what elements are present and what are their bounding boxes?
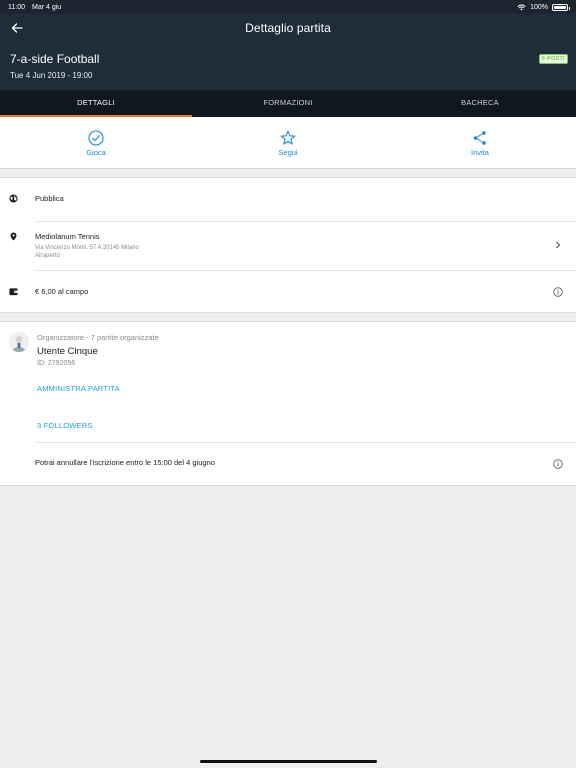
globe-icon <box>9 194 18 203</box>
follow-button[interactable]: Segui <box>192 117 384 168</box>
visibility-row: Pubblica <box>0 178 576 221</box>
star-icon <box>280 130 296 145</box>
status-bar: 11:00 Mar 4 giu 100% <box>0 0 576 14</box>
play-label: Gioca <box>86 148 106 157</box>
venue-row[interactable]: Mediolanum Tennis Via Vincenzo Monti, 57… <box>0 221 576 270</box>
organizer-card: Organizzatore - 7 partite organizzate Ut… <box>0 321 576 486</box>
wifi-icon <box>517 4 526 10</box>
tab-bacheca[interactable]: BACHECA <box>384 90 576 117</box>
check-circle-icon <box>88 130 104 146</box>
info-icon[interactable] <box>553 459 563 469</box>
follow-label: Segui <box>278 148 298 157</box>
match-title: 7-a-side Football <box>10 52 100 66</box>
status-date: Mar 4 giu <box>32 3 62 11</box>
share-icon <box>473 131 486 145</box>
organizer-id: ID: 2792056 <box>37 360 76 367</box>
organizer-name[interactable]: Utente Cinque <box>37 346 98 357</box>
battery-percent: 100% <box>530 3 548 11</box>
invite-label: Invita <box>471 148 489 157</box>
battery-icon <box>552 3 570 11</box>
tab-formazioni[interactable]: FORMAZIONI <box>192 90 384 117</box>
wallet-icon <box>9 288 18 296</box>
spots-badge: 9 POSTI <box>538 54 568 64</box>
info-icon[interactable] <box>553 287 563 297</box>
divider <box>35 442 576 443</box>
cancel-notice: Potrai annullare l'iscrizione entro le 1… <box>35 458 215 467</box>
action-bar: Gioca Segui Invita <box>0 117 576 169</box>
manage-match-button[interactable]: AMMINISTRA PARTITA <box>37 384 120 393</box>
home-indicator[interactable] <box>200 760 377 763</box>
avatar[interactable] <box>9 332 29 352</box>
invite-button[interactable]: Invita <box>384 117 576 168</box>
venue-address: Via Vincenzo Monti, 57 A 20145 Milano <box>35 245 139 251</box>
location-pin-icon <box>10 232 17 241</box>
tab-bar: DETTAGLI FORMAZIONI BACHECA <box>0 90 576 117</box>
page-title: Dettaglio partita <box>245 21 331 35</box>
battery-fill <box>554 5 566 9</box>
user-avatar-icon <box>9 332 29 352</box>
match-header: Dettaglio partita 7-a-side Football Tue … <box>0 14 576 90</box>
match-info-card: Pubblica Mediolanum Tennis Via Vincenzo … <box>0 177 576 313</box>
chevron-right-icon <box>556 241 561 249</box>
match-datetime: Tue 4 Jun 2019 - 19:00 <box>10 71 93 80</box>
followers-button[interactable]: 3 FOLLOWERS <box>37 421 93 430</box>
tab-dettagli[interactable]: DETTAGLI <box>0 90 192 117</box>
price-row: € 6,00 al campo <box>0 270 576 314</box>
play-button[interactable]: Gioca <box>0 117 192 168</box>
visibility-text: Pubblica <box>35 194 64 203</box>
organizer-role: Organizzatore - 7 partite organizzate <box>37 333 159 342</box>
venue-type: All'aperto <box>35 253 60 259</box>
status-time: 11:00 <box>8 3 25 11</box>
price-text: € 6,00 al campo <box>35 287 89 296</box>
venue-name: Mediolanum Tennis <box>35 232 100 241</box>
